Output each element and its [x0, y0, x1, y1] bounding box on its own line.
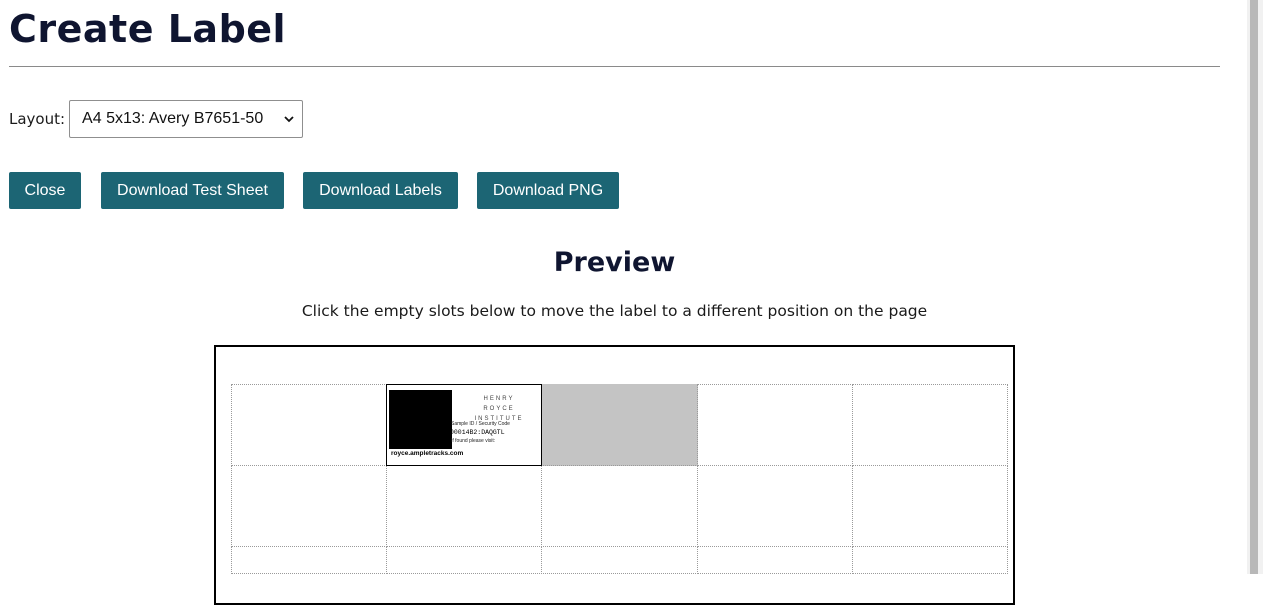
label-slot[interactable] — [386, 465, 542, 547]
download-png-button[interactable]: Download PNG — [477, 172, 619, 209]
preview-hint: Click the empty slots below to move the … — [301, 302, 928, 320]
label-slot[interactable] — [852, 546, 1008, 574]
layout-row: Layout: A4 5x13: Avery B7651-50 — [9, 100, 304, 138]
placed-label[interactable]: HENRY ROYCE INSTITUTE Sample ID / Securi… — [386, 384, 542, 466]
layout-label: Layout: — [9, 110, 66, 128]
qr-code-icon — [389, 390, 452, 449]
label-security-code: 00014B2:DAQGTL — [450, 429, 505, 436]
title-divider — [9, 66, 1220, 67]
chevron-down-icon — [284, 116, 294, 123]
label-found-text: If found please visit: — [451, 438, 496, 444]
label-slot[interactable] — [697, 465, 853, 547]
label-slot[interactable] — [231, 465, 387, 547]
preview-heading: Preview — [553, 247, 676, 278]
label-slot[interactable] — [697, 546, 853, 574]
label-sample-text: Sample ID / Security Code — [451, 421, 510, 427]
label-slot[interactable] — [386, 546, 542, 574]
download-labels-button[interactable]: Download Labels — [303, 172, 458, 209]
download-test-sheet-button[interactable]: Download Test Sheet — [101, 172, 284, 209]
label-brand-line: HENRY — [483, 396, 515, 402]
label-slot[interactable] — [541, 546, 698, 574]
label-slot[interactable] — [697, 384, 853, 466]
label-brand-line: ROYCE — [483, 406, 515, 412]
label-slot[interactable] — [852, 465, 1008, 547]
layout-select[interactable]: A4 5x13: Avery B7651-50 — [69, 100, 304, 138]
close-button[interactable]: Close — [9, 172, 81, 209]
label-slot[interactable] — [852, 384, 1008, 466]
label-slot[interactable] — [231, 384, 387, 466]
label-slot[interactable] — [541, 465, 698, 547]
label-slot-highlighted[interactable] — [541, 384, 698, 466]
label-url: royce.ampletracks.com — [391, 450, 464, 457]
scrollbar-thumb[interactable] — [1250, 0, 1258, 574]
label-slot[interactable] — [231, 546, 387, 574]
layout-select-value: A4 5x13: Avery B7651-50 — [82, 110, 264, 127]
page-title: Create Label — [9, 7, 287, 51]
